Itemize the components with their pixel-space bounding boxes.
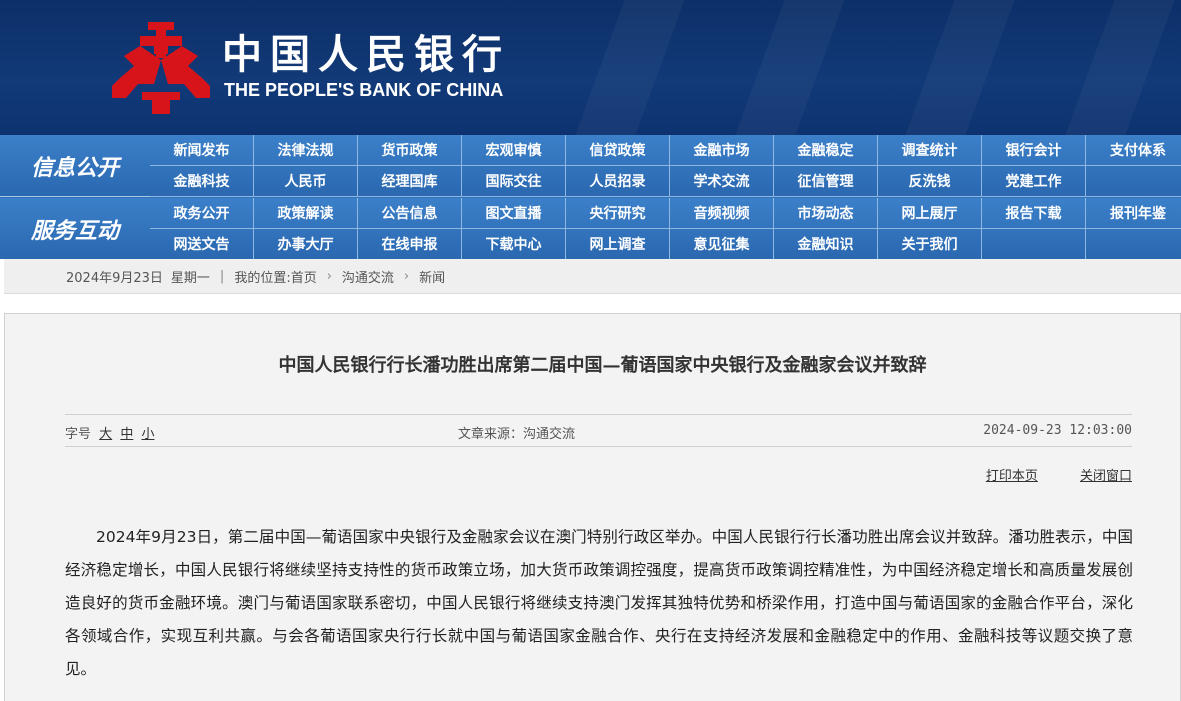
nav-item[interactable]: 新闻发布 xyxy=(150,135,254,166)
brand-name-en: THE PEOPLE'S BANK OF CHINA xyxy=(224,80,504,100)
nav-item[interactable]: 货币政策 xyxy=(358,135,462,166)
nav-item[interactable]: 金融稳定 xyxy=(774,135,878,166)
nav-item[interactable]: 音频视频 xyxy=(670,198,774,229)
font-size-small-link[interactable]: 小 xyxy=(141,427,154,442)
breadcrumb-home-link[interactable]: 我的位置:首页 xyxy=(234,267,316,286)
font-size-large-link[interactable]: 大 xyxy=(99,427,112,442)
nav-item[interactable]: 政务公开 xyxy=(150,198,254,229)
article-title: 中国人民银行行长潘功胜出席第二届中国—葡语国家中央银行及金融家会议并致辞 xyxy=(278,355,927,376)
nav-item[interactable]: 网送文告 xyxy=(150,229,254,260)
nav-item[interactable]: 人民币 xyxy=(254,166,358,197)
breadcrumb-current[interactable]: 新闻 xyxy=(419,267,445,286)
header-decoration xyxy=(905,0,1015,135)
breadcrumb-date: 2024年9月23日 xyxy=(66,270,163,286)
nav-item[interactable]: 经理国库 xyxy=(358,166,462,197)
nav-item-empty xyxy=(1086,166,1181,197)
header-decoration xyxy=(735,0,845,135)
font-size-label: 字号 xyxy=(65,427,92,442)
nav-item[interactable]: 央行研究 xyxy=(566,198,670,229)
nav-item[interactable]: 图文直播 xyxy=(462,198,566,229)
nav-item-empty xyxy=(982,229,1086,260)
nav-grid-service: 政务公开 政策解读 公告信息 图文直播 央行研究 音频视频 市场动态 网上展厅 … xyxy=(150,198,1181,260)
nav-item[interactable]: 学术交流 xyxy=(670,166,774,197)
nav-item[interactable]: 国际交往 xyxy=(462,166,566,197)
nav-row-service: 服务互动 政务公开 政策解读 公告信息 图文直播 央行研究 音频视频 市场动态 … xyxy=(0,198,1181,260)
article-body: 2024年9月23日，第二届中国—葡语国家中央银行及金融家会议在澳门特别行政区举… xyxy=(65,528,1133,678)
nav-item[interactable]: 信贷政策 xyxy=(566,135,670,166)
close-window-link[interactable]: 关闭窗口 xyxy=(1080,469,1132,484)
breadcrumb-link-level1[interactable]: 沟通交流 xyxy=(342,267,394,286)
nav-item[interactable]: 反洗钱 xyxy=(878,166,982,197)
nav-item[interactable]: 网上调查 xyxy=(566,229,670,260)
article-actions: 打印本页 关闭窗口 xyxy=(948,465,1132,484)
nav-item[interactable]: 调查统计 xyxy=(878,135,982,166)
chevron-right-icon: › xyxy=(403,268,410,284)
nav-item[interactable]: 征信管理 xyxy=(774,166,878,197)
nav-item[interactable]: 金融科技 xyxy=(150,166,254,197)
header-decoration xyxy=(1065,0,1175,135)
nav-grid-info: 新闻发布 法律法规 货币政策 宏观审慎 信贷政策 金融市场 金融稳定 调查统计 … xyxy=(150,135,1181,197)
brand-name-cn: 中国人民银行 xyxy=(222,31,510,78)
pboc-logo-icon[interactable] xyxy=(112,22,210,114)
site-header: 中国人民银行 THE PEOPLE'S BANK OF CHINA xyxy=(0,0,1181,135)
nav-item[interactable]: 金融知识 xyxy=(774,229,878,260)
nav-section-info-label: 信息公开 xyxy=(30,155,119,181)
header-decoration xyxy=(575,0,685,135)
chevron-right-icon: › xyxy=(326,268,332,284)
article-panel: 中国人民银行行长潘功胜出席第二届中国—葡语国家中央银行及金融家会议并致辞 字号 … xyxy=(4,313,1181,701)
article-datetime: 2024-09-23 12:03:00 xyxy=(983,423,1132,438)
nav-item[interactable]: 报告下载 xyxy=(982,198,1086,229)
nav-item[interactable]: 在线申报 xyxy=(358,229,462,260)
nav-item[interactable]: 关于我们 xyxy=(878,229,982,260)
nav-item[interactable]: 办事大厅 xyxy=(254,229,358,260)
nav-item[interactable]: 支付体系 xyxy=(1086,135,1181,166)
nav-section-service-label: 服务互动 xyxy=(30,218,119,244)
breadcrumb: 2024年9月23日 星期一 | 我的位置:首页 › 沟通交流 › 新闻 xyxy=(4,259,1181,294)
main-navigation: 信息公开 新闻发布 法律法规 货币政策 宏观审慎 信贷政策 金融市场 金融稳定 … xyxy=(0,135,1181,260)
article-source: 文章来源：沟通交流 xyxy=(458,427,576,442)
nav-item[interactable]: 宏观审慎 xyxy=(462,135,566,166)
nav-row-info: 信息公开 新闻发布 法律法规 货币政策 宏观审慎 信贷政策 金融市场 金融稳定 … xyxy=(0,135,1181,197)
nav-item[interactable]: 市场动态 xyxy=(774,198,878,229)
nav-item[interactable]: 网上展厅 xyxy=(878,198,982,229)
nav-item-empty xyxy=(1086,229,1181,260)
nav-item[interactable]: 法律法规 xyxy=(254,135,358,166)
nav-item[interactable]: 人员招录 xyxy=(566,166,670,197)
nav-item[interactable]: 报刊年鉴 xyxy=(1086,198,1181,229)
font-size-control: 字号 大 中 小 xyxy=(65,423,154,442)
breadcrumb-weekday: 星期一 xyxy=(170,270,210,286)
nav-item[interactable]: 银行会计 xyxy=(982,135,1086,166)
font-size-medium-link[interactable]: 中 xyxy=(120,427,133,442)
article-meta-bar: 字号 大 中 小 文章来源：沟通交流 2024-09-23 12:03:00 xyxy=(65,414,1132,447)
nav-item[interactable]: 下载中心 xyxy=(462,229,566,260)
print-page-link[interactable]: 打印本页 xyxy=(986,469,1038,484)
nav-item[interactable]: 意见征集 xyxy=(670,229,774,260)
nav-item[interactable]: 公告信息 xyxy=(358,198,462,229)
breadcrumb-separator: | xyxy=(219,268,225,284)
nav-item[interactable]: 政策解读 xyxy=(254,198,358,229)
nav-item[interactable]: 党建工作 xyxy=(982,166,1086,197)
nav-item[interactable]: 金融市场 xyxy=(670,135,774,166)
